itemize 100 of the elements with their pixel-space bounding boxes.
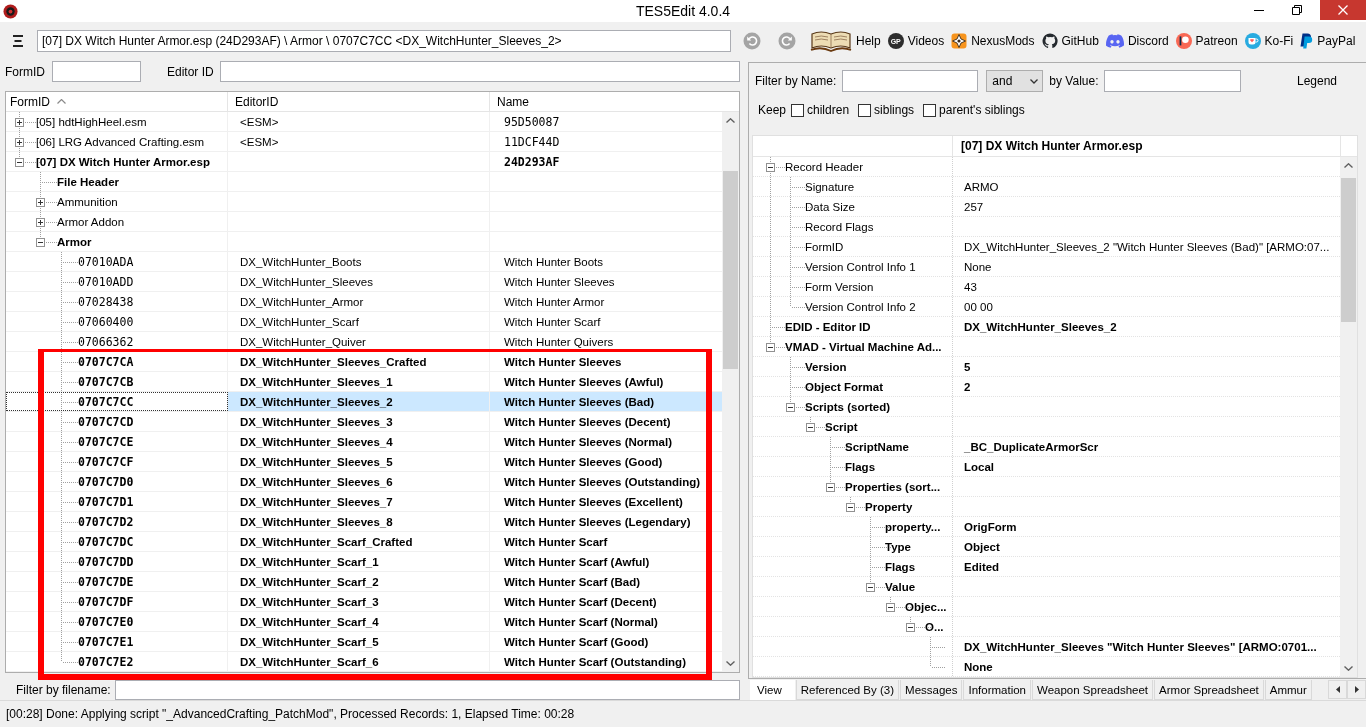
checkbox[interactable] <box>923 103 937 117</box>
field-name: Version <box>804 360 847 373</box>
scrollbar-thumb[interactable] <box>1341 178 1356 322</box>
form-id[interactable]: 07060400 <box>78 314 134 329</box>
tree-node-label[interactable]: Armor <box>57 235 92 248</box>
toolbar-link[interactable]: Patreon <box>1175 33 1238 49</box>
scrollbar[interactable] <box>1340 157 1357 677</box>
plus-box-icon[interactable] <box>15 138 24 147</box>
form-id[interactable]: 0707C7DE <box>78 574 134 589</box>
form-id[interactable]: 0707C7CA <box>78 354 134 369</box>
tree-node-label[interactable]: [06] LRG Advanced Crafting.esm <box>36 135 205 148</box>
minus-box-icon[interactable] <box>846 503 855 512</box>
form-id[interactable]: 0707C7CF <box>78 454 134 469</box>
legend-button[interactable]: Legend <box>1296 70 1337 92</box>
form-id[interactable]: 0707C7D0 <box>78 474 134 489</box>
tab[interactable]: Weapon Spreadsheet <box>1032 680 1154 700</box>
scrollbar[interactable] <box>722 112 739 672</box>
chevron-down-icon[interactable] <box>1344 666 1353 671</box>
column-header[interactable]: Name <box>490 92 739 111</box>
checkbox-label[interactable]: children <box>807 103 850 117</box>
triangle-right-icon <box>1354 686 1359 693</box>
form-id[interactable]: 0707C7CB <box>78 374 134 389</box>
editor-id: DX_WitchHunter_Armor <box>240 295 364 308</box>
column-header[interactable]: FormID <box>6 92 228 111</box>
form-id[interactable]: 0707C7E0 <box>78 614 134 629</box>
checkbox-label[interactable]: siblings <box>874 103 915 117</box>
tree-node-label[interactable]: File Header <box>57 175 119 188</box>
tree-node-label[interactable]: [05] hdtHighHeel.esm <box>36 115 147 128</box>
tab[interactable]: Ammur <box>1264 680 1312 700</box>
value-filter-field[interactable] <box>1103 70 1241 92</box>
toolbar-link[interactable]: Help <box>810 30 881 52</box>
menu-icon[interactable] <box>13 35 23 47</box>
toolbar-link[interactable]: PayPal <box>1300 33 1356 49</box>
tree-node-label[interactable]: Armor Addon <box>57 215 125 228</box>
chevron-up-icon[interactable] <box>726 118 735 123</box>
tab[interactable]: Messages <box>900 680 963 700</box>
toolbar-link[interactable]: Discord <box>1105 34 1169 48</box>
checkbox[interactable] <box>791 103 805 117</box>
operator-dropdown[interactable]: and <box>986 70 1044 92</box>
toolbar-link[interactable]: GitHub <box>1041 33 1099 49</box>
field-value: OrigForm <box>964 520 1017 533</box>
name-filter-field[interactable] <box>842 70 979 92</box>
tab[interactable]: View <box>750 680 795 700</box>
form-id[interactable]: 07028438 <box>78 294 134 309</box>
record-name: Witch Hunter Sleeves (Decent) <box>504 415 671 428</box>
toolbar-link[interactable]: Ko-Fi <box>1244 33 1294 49</box>
toolbar-link[interactable]: NexusMods <box>951 33 1035 49</box>
minus-box-icon[interactable] <box>15 158 24 167</box>
filename-filter-field[interactable] <box>114 680 740 700</box>
path-field[interactable]: [07] DX Witch Hunter Armor.esp (24D293AF) \ Armor \ 0707C7CC <DX_WitchHunter_Sleeves_2> <box>37 30 731 52</box>
form-id[interactable]: 07010ADA <box>78 254 134 269</box>
column-header[interactable]: EditorID <box>228 92 490 111</box>
plus-box-icon[interactable] <box>36 198 45 207</box>
field-name: Property <box>864 500 913 513</box>
tree-node-label[interactable]: Ammunition <box>57 195 118 208</box>
scroll-left-button[interactable] <box>1328 680 1347 699</box>
form-id[interactable]: 0707C7CC <box>78 394 134 409</box>
chevron-down-icon[interactable] <box>726 661 735 666</box>
minus-box-icon[interactable] <box>866 583 875 592</box>
cat-silhouette-icon <box>1041 33 1058 49</box>
star-tile-icon <box>951 33 968 49</box>
minus-box-icon[interactable] <box>826 483 835 492</box>
tab[interactable]: Referenced By (3) <box>795 680 900 700</box>
scroll-right-button[interactable] <box>1347 680 1366 699</box>
chevron-up-icon[interactable] <box>1344 163 1353 168</box>
minus-box-icon[interactable] <box>766 343 775 352</box>
form-id[interactable]: 0707C7E1 <box>78 634 134 649</box>
form-id[interactable]: 0707C7DD <box>78 554 134 569</box>
plus-box-icon[interactable] <box>36 218 45 227</box>
plus-box-icon[interactable] <box>15 118 24 127</box>
minus-box-icon[interactable] <box>766 163 775 172</box>
form-id[interactable]: 0707C7D1 <box>78 494 134 509</box>
form-id[interactable]: 0707C7CE <box>78 434 134 449</box>
editor-id: DX_WitchHunter_Scarf_3 <box>240 595 379 608</box>
minus-box-icon[interactable] <box>886 603 895 612</box>
checkbox[interactable] <box>858 103 872 117</box>
minus-box-icon[interactable] <box>806 423 815 432</box>
editor-id-field[interactable] <box>219 61 740 82</box>
tree-node-label[interactable]: [07] DX Witch Hunter Armor.esp <box>36 155 210 168</box>
minus-box-icon[interactable] <box>906 623 915 632</box>
tab[interactable]: Information <box>963 680 1031 700</box>
record-name: Witch Hunter Sleeves (Legendary) <box>504 515 691 528</box>
checkbox-label[interactable]: parent's siblings <box>939 103 1025 117</box>
form-id[interactable]: 07066362 <box>78 334 134 349</box>
form-id[interactable]: 0707C7DF <box>78 594 134 609</box>
form-id-field[interactable] <box>52 61 141 82</box>
minus-box-icon[interactable] <box>786 403 795 412</box>
record-name: Witch Hunter Sleeves (Good) <box>504 455 663 468</box>
scrollbar-thumb[interactable] <box>723 171 738 369</box>
form-id[interactable]: 0707C7DC <box>78 534 134 549</box>
window-title: TES5Edit 4.0.4 <box>635 3 731 19</box>
form-id[interactable]: 0707C7E2 <box>78 654 134 669</box>
form-id[interactable]: 07010ADD <box>78 274 134 289</box>
record-name: Witch Hunter Scarf (Normal) <box>504 615 658 628</box>
record-name: Witch Hunter Sleeves <box>504 275 615 288</box>
form-id[interactable]: 0707C7D2 <box>78 514 134 529</box>
form-id[interactable]: 0707C7CD <box>78 414 134 429</box>
cup-icon <box>1244 33 1261 49</box>
tab[interactable]: Armor Spreadsheet <box>1154 680 1264 700</box>
minus-box-icon[interactable] <box>36 238 45 247</box>
